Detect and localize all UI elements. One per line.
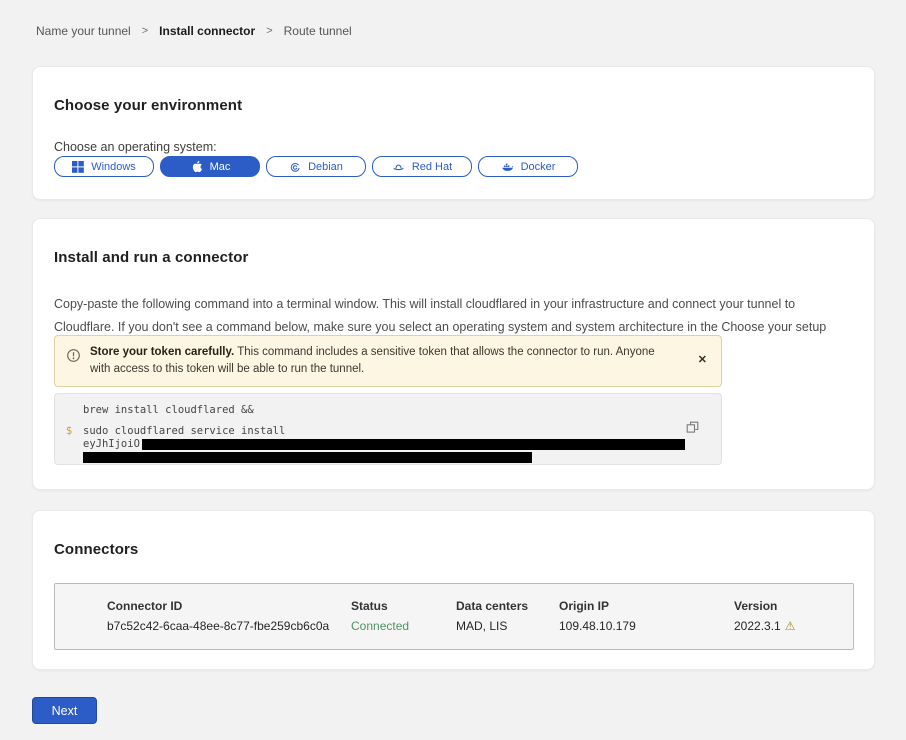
os-button-windows[interactable]: Windows — [54, 156, 154, 177]
os-button-docker[interactable]: Docker — [478, 156, 578, 177]
os-button-label: Docker — [521, 161, 556, 173]
redhat-icon — [392, 160, 405, 173]
col-data-centers: Data centers — [456, 599, 559, 613]
install-card-title: Install and run a connector — [54, 249, 248, 266]
docker-icon — [501, 160, 514, 173]
token-warning-alert: Store your token carefully. This command… — [54, 335, 722, 387]
shell-prompt: $ — [55, 425, 83, 438]
info-circle-icon — [66, 348, 81, 368]
os-button-redhat[interactable]: Red Hat — [372, 156, 472, 177]
next-button[interactable]: Next — [32, 697, 97, 724]
os-select-label: Choose an operating system: — [54, 140, 217, 154]
install-command-codeblock: brew install cloudflared && $ sudo cloud… — [54, 393, 722, 465]
code-line-3: eyJhIjoiO — [55, 438, 721, 451]
alert-message: Store your token carefully. This command… — [90, 344, 668, 378]
code-line-2: $ sudo cloudflared service install — [55, 425, 721, 438]
code-text: brew install cloudflared && — [83, 404, 254, 417]
windows-icon — [72, 161, 84, 173]
data-centers-value: MAD, LIS — [456, 619, 559, 633]
os-button-label: Mac — [210, 161, 231, 173]
close-icon[interactable]: ✕ — [696, 344, 709, 376]
token-prefix: eyJhIjoiO — [83, 438, 685, 451]
redacted-token-bar — [142, 439, 685, 450]
version-value: 2022.3.1 ⚠ — [734, 619, 853, 633]
environment-card: Choose your environment Choose an operat… — [32, 66, 875, 200]
apple-icon — [190, 160, 203, 173]
connectors-card: Connectors Connector ID Status Data cent… — [32, 510, 875, 670]
breadcrumb-step-name-your-tunnel[interactable]: Name your tunnel — [36, 24, 131, 38]
connectors-table-header: Connector ID Status Data centers Origin … — [107, 599, 853, 613]
environment-card-title: Choose your environment — [54, 97, 242, 114]
warning-triangle-icon: ⚠ — [785, 619, 796, 633]
debian-icon — [289, 161, 301, 173]
os-button-label: Debian — [308, 161, 343, 173]
connector-id-value: b7c52c42-6caa-48ee-8c77-fbe259cb6c0a — [107, 619, 351, 633]
col-connector-id: Connector ID — [107, 599, 351, 613]
breadcrumb: Name your tunnel > Install connector > R… — [36, 24, 352, 38]
col-status: Status — [351, 599, 456, 613]
col-origin-ip: Origin IP — [559, 599, 734, 613]
os-button-debian[interactable]: Debian — [266, 156, 366, 177]
os-button-mac[interactable]: Mac — [160, 156, 260, 177]
code-text: sudo cloudflared service install — [83, 425, 285, 438]
breadcrumb-separator: > — [266, 25, 272, 37]
alert-title: Store your token carefully. — [90, 346, 234, 358]
connectors-card-title: Connectors — [54, 541, 138, 558]
code-line-1: brew install cloudflared && — [55, 404, 721, 417]
redacted-token-bar — [83, 452, 532, 463]
os-button-label: Windows — [91, 161, 136, 173]
install-connector-card: Install and run a connector Copy-paste t… — [32, 218, 875, 490]
os-button-label: Red Hat — [412, 161, 452, 173]
breadcrumb-separator: > — [142, 25, 148, 37]
connectors-table: Connector ID Status Data centers Origin … — [54, 583, 854, 650]
table-row: b7c52c42-6caa-48ee-8c77-fbe259cb6c0a Con… — [107, 619, 853, 633]
status-badge: Connected — [351, 619, 456, 633]
os-button-group: Windows Mac Debian Red Hat Docker — [54, 156, 578, 177]
breadcrumb-step-route-tunnel[interactable]: Route tunnel — [284, 24, 352, 38]
col-version: Version — [734, 599, 853, 613]
copy-icon[interactable] — [686, 421, 699, 437]
breadcrumb-step-install-connector[interactable]: Install connector — [159, 24, 255, 38]
origin-ip-value: 109.48.10.179 — [559, 619, 734, 633]
